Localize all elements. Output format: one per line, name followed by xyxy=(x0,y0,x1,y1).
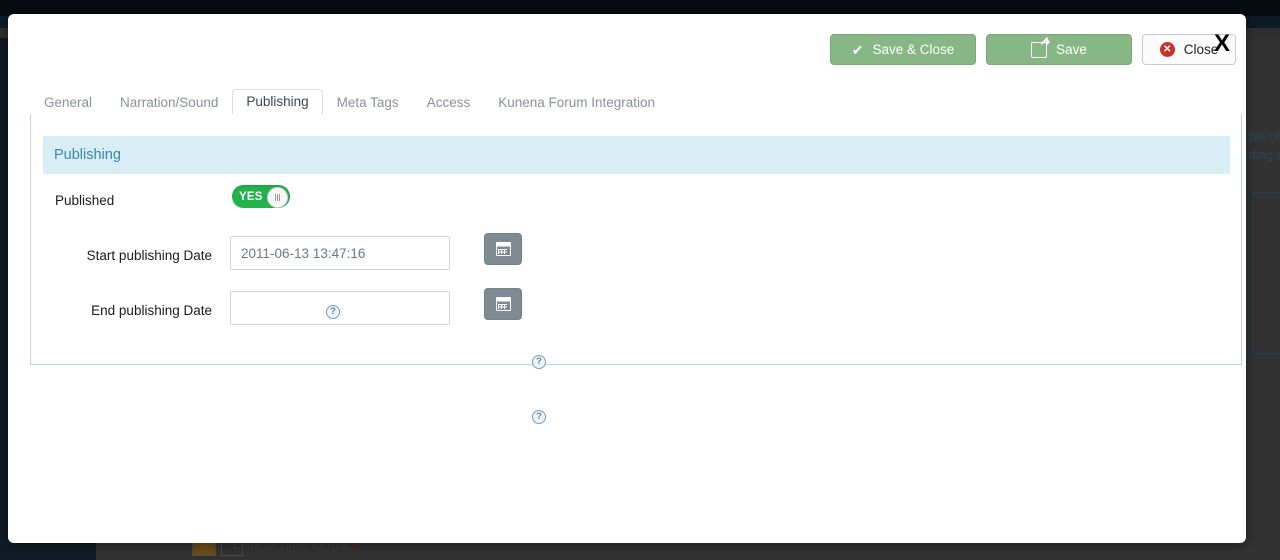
start-date-calendar-button[interactable] xyxy=(484,233,522,265)
published-label: Published xyxy=(55,193,115,208)
publishing-form: Published YES Start publishing Date 2011… xyxy=(31,174,1243,339)
tab-bar: General Narration/Sound Publishing Meta … xyxy=(30,88,1242,115)
calendar-icon xyxy=(495,242,511,256)
screen: ble of ding a Date & Time format x ✔ Sav… xyxy=(0,0,1280,560)
modal-close-x-icon[interactable]: X xyxy=(1214,32,1230,56)
tab-kunena-forum-integration[interactable]: Kunena Forum Integration xyxy=(484,90,669,115)
calendar-icon xyxy=(495,297,511,311)
red-circle-x-icon: ✕ xyxy=(1159,42,1175,57)
end-date-calendar-button[interactable] xyxy=(484,288,522,320)
save-label: Save xyxy=(1056,42,1087,57)
publishing-legend-bar: Publishing xyxy=(43,136,1230,174)
save-and-close-button[interactable]: ✔ Save & Close xyxy=(830,34,976,65)
tab-meta-tags[interactable]: Meta Tags xyxy=(323,90,413,115)
end-publishing-date-label: End publishing Date xyxy=(91,303,212,318)
background-outlined-box xyxy=(1253,192,1280,354)
form-row-published: Published YES xyxy=(31,174,1243,229)
start-publishing-date-input[interactable] xyxy=(230,236,450,270)
published-help-icon[interactable]: ? xyxy=(326,305,340,319)
tab-narration-sound[interactable]: Narration/Sound xyxy=(106,90,232,115)
modal-toolbar: ✔ Save & Close Save ✕ Close xyxy=(830,34,1236,65)
check-icon: ✔ xyxy=(851,41,864,58)
form-row-end-date: End publishing Date xyxy=(31,284,1243,339)
background-text-fragment-2: ding a xyxy=(1249,148,1280,162)
tab-publishing[interactable]: Publishing xyxy=(232,89,323,115)
end-publishing-date-input[interactable] xyxy=(230,291,450,325)
tab-access[interactable]: Access xyxy=(413,90,485,115)
publishing-legend-label: Publishing xyxy=(54,147,121,163)
background-text-fragment-1: ble of xyxy=(1249,130,1280,144)
save-and-close-label: Save & Close xyxy=(872,42,955,57)
publishing-panel: Publishing Published YES Start publishin… xyxy=(30,114,1243,424)
published-toggle-value: YES xyxy=(239,190,263,203)
published-toggle[interactable]: YES xyxy=(232,185,290,208)
pencil-square-icon xyxy=(1031,41,1048,58)
published-toggle-knob xyxy=(267,187,288,208)
start-publishing-date-label: Start publishing Date xyxy=(86,248,212,263)
start-date-help-icon[interactable]: ? xyxy=(532,355,546,369)
save-button[interactable]: Save xyxy=(986,34,1132,65)
form-row-start-date: Start publishing Date xyxy=(31,229,1243,284)
publishing-modal: ✔ Save & Close Save ✕ Close General Narr… xyxy=(8,14,1246,543)
end-date-help-icon[interactable]: ? xyxy=(532,410,546,424)
tab-general[interactable]: General xyxy=(30,90,106,115)
